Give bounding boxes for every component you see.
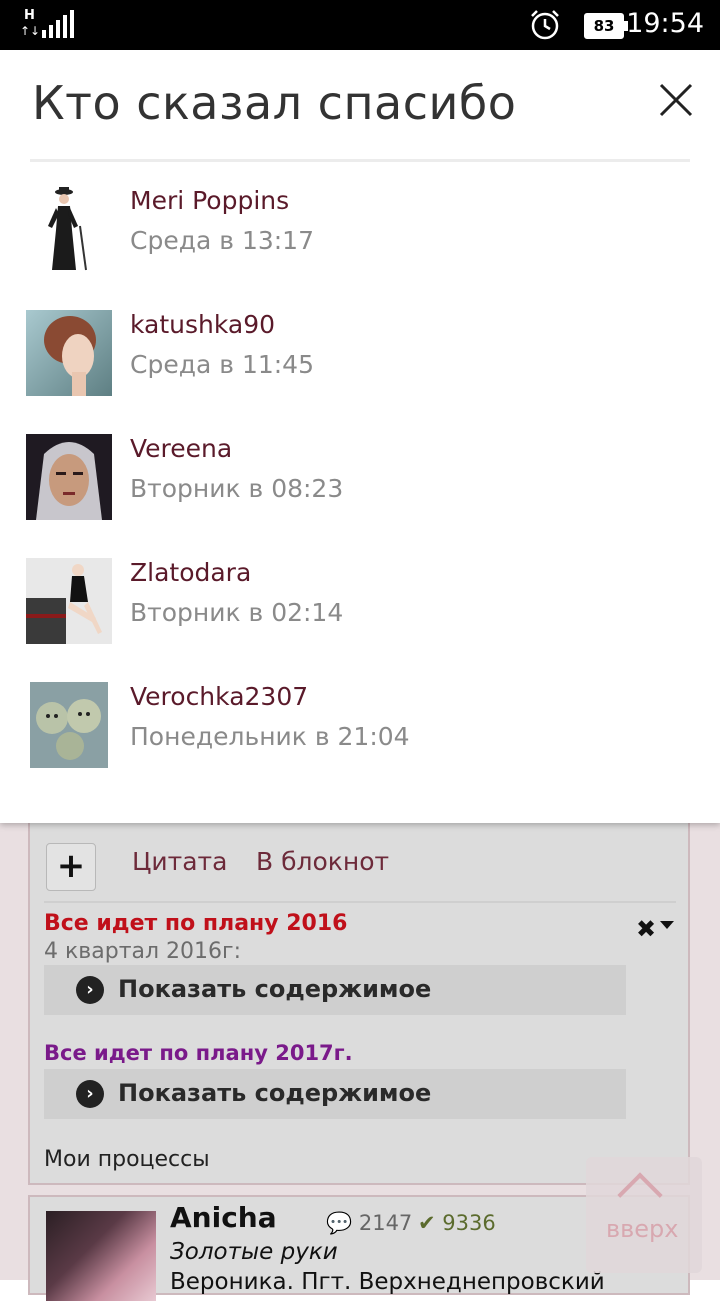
user-list-item[interactable]: katushka90 Среда в 11:45: [0, 310, 720, 410]
plan-2017-title: Все идет по плану 2017г.: [44, 1041, 353, 1065]
modal-title: Кто сказал спасибо: [32, 76, 517, 130]
quote-link[interactable]: Цитата: [132, 847, 227, 876]
network-type: H: [24, 8, 35, 23]
user-name[interactable]: katushka90: [130, 310, 275, 339]
thanks-time: Среда в 11:45: [130, 350, 314, 379]
divider: [30, 159, 690, 162]
thanks-time: Понедельник в 21:04: [130, 722, 410, 751]
show-content-button[interactable]: › Показать содержимое: [44, 965, 626, 1015]
user-list-item[interactable]: Vereena Вторник в 08:23: [0, 434, 720, 534]
comments-count: 💬 2147: [326, 1211, 413, 1235]
user-name[interactable]: Zlatodara: [130, 558, 251, 587]
likes-count: ✔ 9336: [418, 1211, 496, 1235]
avatar[interactable]: [26, 310, 112, 396]
chevron-right-icon: ›: [76, 976, 104, 1004]
chevron-up-icon: [617, 1172, 663, 1218]
alarm-icon: [531, 10, 559, 40]
thanks-time: Вторник в 08:23: [130, 474, 344, 503]
comment-icon: 💬: [326, 1211, 353, 1235]
show-content-button[interactable]: › Показать содержимое: [44, 1069, 626, 1119]
battery-icon: 83: [584, 13, 628, 39]
status-bar: H ↑↓ 83 19:54: [0, 0, 720, 50]
data-arrows-icon: ↑↓: [20, 24, 41, 38]
notebook-link[interactable]: В блокнот: [256, 847, 389, 876]
divider: [44, 901, 676, 903]
show-content-label: Показать содержимое: [118, 975, 432, 1003]
plan-2016-subtitle: 4 квартал 2016г:: [44, 939, 242, 964]
thanks-modal: Кто сказал спасибо Meri Poppins Среда в …: [0, 50, 720, 823]
scroll-up-label: вверх: [606, 1215, 679, 1243]
avatar[interactable]: [26, 434, 112, 520]
chevron-down-icon[interactable]: [660, 921, 674, 929]
chevron-right-icon: ›: [76, 1080, 104, 1108]
my-processes-label: Мои процессы: [44, 1147, 210, 1172]
show-content-label: Показать содержимое: [118, 1079, 432, 1107]
post-author[interactable]: Anicha: [170, 1201, 277, 1234]
author-status: Золотые руки: [170, 1239, 338, 1265]
close-icon[interactable]: ✖: [636, 915, 656, 943]
user-list-item[interactable]: Verochka2307 Понедельник в 21:04: [0, 682, 720, 782]
post-card: + Цитата В блокнот Все идет по плану 201…: [28, 823, 690, 1185]
signal-icon: H ↑↓: [18, 8, 78, 40]
user-name[interactable]: Verochka2307: [130, 682, 308, 711]
plan-2016-title: Все идет по плану 2016: [44, 911, 348, 936]
scroll-up-button[interactable]: вверх: [586, 1157, 702, 1273]
avatar[interactable]: [26, 558, 112, 644]
add-button[interactable]: +: [46, 843, 96, 891]
close-icon[interactable]: [656, 80, 696, 120]
avatar[interactable]: [26, 186, 112, 272]
user-list-item[interactable]: Zlatodara Вторник в 02:14: [0, 558, 720, 658]
author-location: Вероника. Пгт. Верхнеднепровский: [170, 1269, 605, 1295]
avatar[interactable]: [46, 1211, 156, 1301]
background-page: + Цитата В блокнот Все идет по плану 201…: [0, 823, 720, 1301]
user-name[interactable]: Vereena: [130, 434, 232, 463]
user-list-item[interactable]: Meri Poppins Среда в 13:17: [0, 186, 720, 286]
clock: 19:54: [626, 8, 704, 39]
thanks-time: Среда в 13:17: [130, 226, 314, 255]
thanks-time: Вторник в 02:14: [130, 598, 344, 627]
user-name[interactable]: Meri Poppins: [130, 186, 289, 215]
check-icon: ✔: [418, 1211, 436, 1235]
avatar[interactable]: [26, 682, 112, 768]
